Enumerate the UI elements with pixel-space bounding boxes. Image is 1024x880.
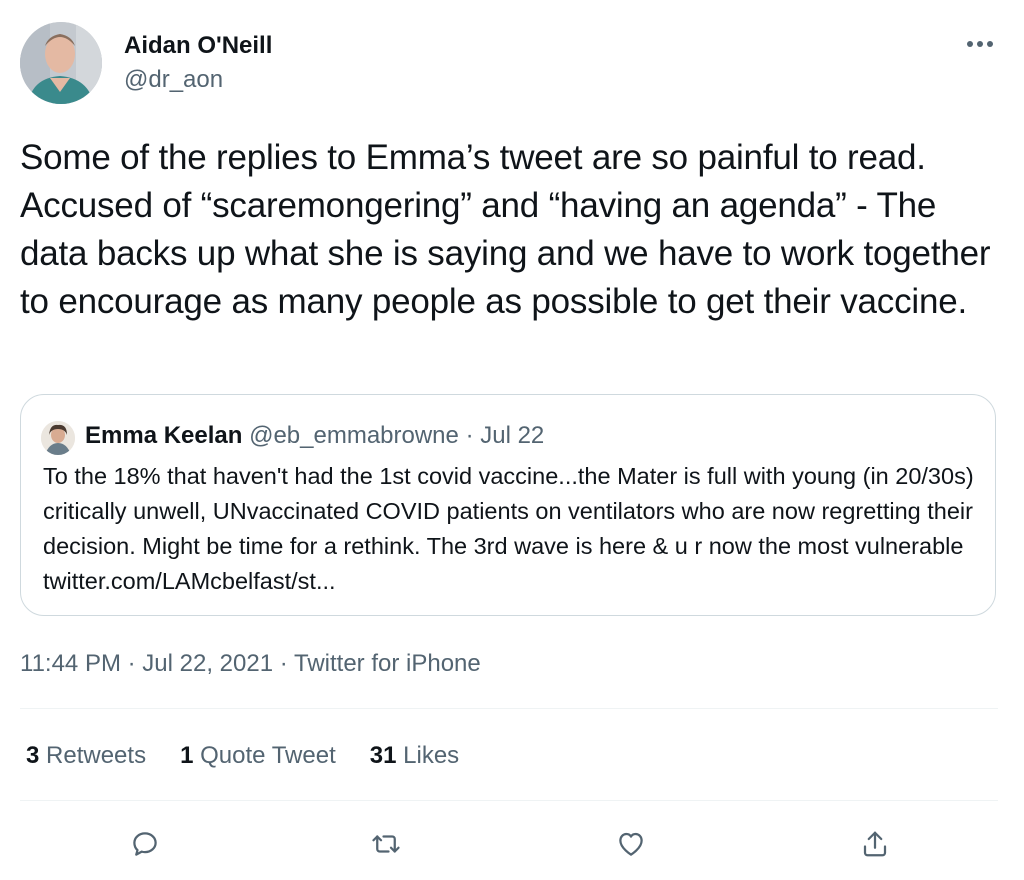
quote-tweets-stat[interactable]: 1 Quote Tweet (180, 740, 336, 772)
tweet-date[interactable]: Jul 22, 2021 (142, 650, 273, 677)
quoted-author-name: Emma Keelan (85, 422, 243, 449)
quoted-tweet-date: Jul 22 (480, 422, 545, 449)
retweet-button[interactable] (364, 822, 408, 866)
divider (20, 800, 998, 801)
author-avatar[interactable] (20, 22, 102, 104)
retweets-count: 3 (26, 742, 40, 769)
quoted-tweet-text: To the 18% that haven't had the 1st covi… (43, 463, 974, 594)
author-handle[interactable]: @dr_aon (124, 66, 223, 94)
divider (20, 708, 998, 709)
more-options-button[interactable] (958, 28, 1002, 60)
more-horizontal-icon (967, 41, 993, 47)
meta-separator: · (279, 650, 288, 677)
author-name[interactable]: Aidan O'Neill (124, 32, 272, 60)
likes-stat[interactable]: 31 Likes (370, 740, 459, 772)
share-icon (863, 831, 887, 857)
tweet-source[interactable]: Twitter for iPhone (294, 650, 481, 677)
tweet-detail: Aidan O'Neill @dr_aon Some of the replie… (0, 0, 1024, 880)
tweet-text: Some of the replies to Emma’s tweet are … (20, 138, 991, 321)
like-button[interactable] (609, 822, 653, 866)
quoted-tweet-header: Emma Keelan @eb_emmabrowne · Jul 22 (85, 421, 544, 451)
likes-count: 31 (369, 742, 397, 769)
retweet-icon (372, 835, 400, 853)
quote-tweets-count: 1 (180, 742, 194, 769)
tweet-meta: 11:44 PM · Jul 22, 2021 · Twitter for iP… (20, 648, 481, 680)
quoted-author-handle: @eb_emmabrowne (249, 422, 459, 449)
meta-separator: · (127, 650, 136, 677)
reply-button[interactable] (123, 822, 167, 866)
retweets-stat[interactable]: 3 Retweets (26, 740, 146, 772)
likes-label: Likes (403, 742, 460, 769)
tweet-stats: 3 Retweets 1 Quote Tweet 31 Likes (26, 740, 459, 772)
retweets-label: Retweets (46, 742, 147, 769)
reply-icon (133, 832, 157, 856)
quoted-separator: · (465, 422, 474, 449)
share-button[interactable] (853, 822, 897, 866)
quoted-author-avatar (41, 421, 75, 455)
tweet-time[interactable]: 11:44 PM (20, 650, 121, 677)
quote-tweets-label: Quote Tweet (200, 742, 336, 769)
quoted-tweet-card[interactable]: Emma Keelan @eb_emmabrowne · Jul 22 To t… (20, 394, 996, 616)
heart-icon (619, 832, 643, 856)
